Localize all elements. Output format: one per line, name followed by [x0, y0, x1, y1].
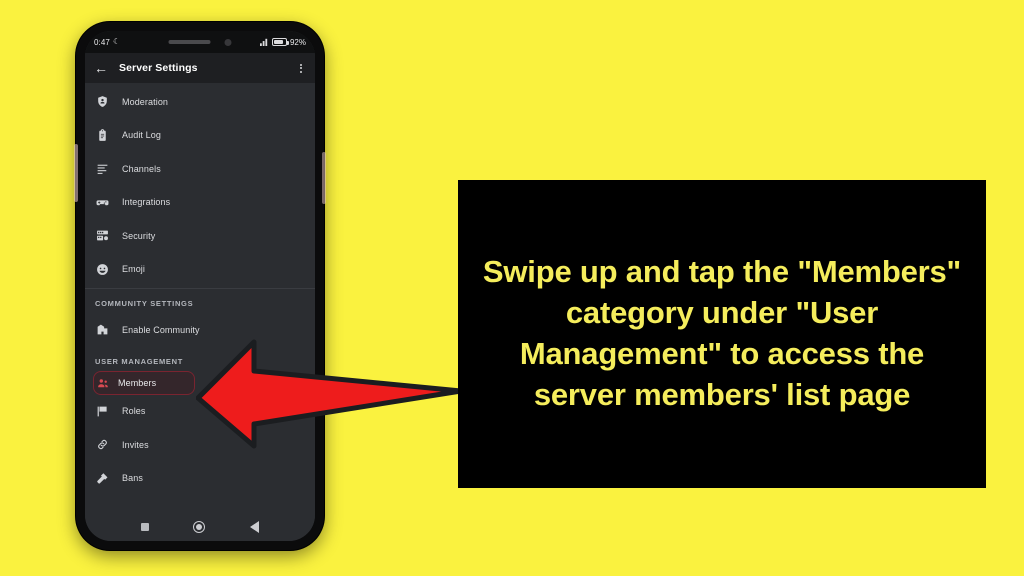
list-item-invites[interactable]: Invites — [85, 428, 315, 462]
battery-fill — [273, 40, 283, 44]
list-item-moderation[interactable]: Moderation — [85, 85, 315, 119]
phone-screen: 0:47 ☾ 92% ← Server Settings Moderation … — [85, 31, 315, 541]
list-item-label: Enable Community — [122, 324, 200, 335]
app-header: ← Server Settings — [85, 53, 315, 83]
back-triangle-icon[interactable] — [249, 521, 259, 533]
list-item-bans[interactable]: Bans — [85, 462, 315, 496]
notch-area — [168, 31, 232, 53]
section-header-community-settings: COMMUNITY SETTINGS — [95, 299, 194, 308]
flag-icon — [95, 405, 110, 418]
status-bar-right: 92% — [259, 33, 306, 51]
list-item-label: Invites — [122, 439, 149, 450]
list-item-roles[interactable]: Roles — [85, 395, 315, 429]
status-bar-left: 0:47 ☾ — [94, 38, 120, 47]
crescent-moon-icon: ☾ — [112, 37, 121, 46]
clipboard-icon — [95, 128, 110, 142]
list-item-label: Bans — [122, 473, 143, 484]
members-people-icon — [96, 377, 110, 389]
battery-icon — [271, 38, 289, 46]
list-item-label: Channels — [122, 163, 161, 174]
overflow-menu-icon[interactable] — [296, 61, 306, 76]
front-camera-icon — [224, 38, 232, 46]
power-button[interactable] — [322, 152, 326, 204]
list-item-audit-log[interactable]: Audit Log — [85, 119, 315, 153]
community-building-icon — [95, 323, 110, 336]
back-arrow-icon[interactable]: ← — [94, 61, 108, 75]
home-circle-icon[interactable] — [193, 521, 206, 533]
shield-icon — [95, 95, 110, 108]
volume-button[interactable] — [74, 144, 78, 202]
list-item-members[interactable]: Members — [93, 370, 195, 395]
list-item-security[interactable]: Security — [85, 219, 315, 253]
hammer-icon — [95, 472, 110, 485]
battery-percent-label: 92% — [289, 37, 306, 47]
list-item-label: Members — [118, 377, 157, 388]
earpiece-speaker — [168, 40, 211, 44]
list-item-label: Audit Log — [122, 130, 161, 141]
list-item-integrations[interactable]: Integrations — [85, 186, 315, 220]
list-item-label: Emoji — [122, 264, 146, 275]
game-controller-icon — [95, 196, 110, 209]
status-bar: 0:47 ☾ 92% — [85, 31, 315, 53]
list-item-label: Security — [122, 230, 156, 241]
android-nav-bar — [85, 513, 315, 541]
page-title: Server Settings — [119, 62, 198, 74]
list-item-emoji[interactable]: Emoji — [85, 253, 315, 287]
list-item-label: Integrations — [122, 197, 171, 208]
list-item-label: Roles — [122, 406, 146, 417]
caption-panel: Swipe up and tap the "Members" category … — [458, 180, 986, 488]
list-item-label: Moderation — [122, 96, 169, 107]
list-item-enable-community[interactable]: Enable Community — [85, 313, 315, 347]
security-panel-icon — [95, 229, 110, 242]
recents-square-icon[interactable] — [141, 523, 150, 531]
status-time: 0:47 — [94, 37, 110, 47]
channel-lines-icon — [95, 162, 110, 175]
caption-text: Swipe up and tap the "Members" category … — [482, 254, 962, 412]
link-icon — [95, 438, 110, 451]
phone-mockup: 0:47 ☾ 92% ← Server Settings Moderation … — [74, 22, 326, 550]
settings-list[interactable]: Moderation Audit Log Channels Integratio… — [85, 83, 315, 513]
cellular-signal-icon — [259, 33, 269, 51]
emoji-face-icon — [95, 263, 110, 276]
section-header-user-management: USER MANAGEMENT — [95, 356, 184, 366]
list-item-channels[interactable]: Channels — [85, 152, 315, 186]
